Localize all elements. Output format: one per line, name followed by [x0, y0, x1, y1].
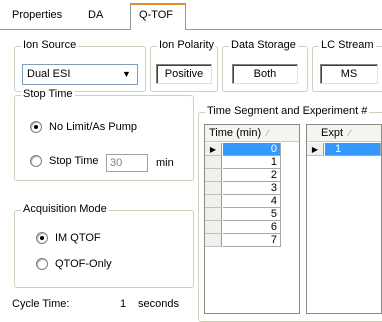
data-storage-value: Both — [232, 64, 298, 84]
time-cell[interactable]: 3 — [223, 182, 281, 195]
stop-time-title: Stop Time — [21, 88, 75, 100]
expt-header-label: Expt — [321, 127, 344, 139]
ion-source-title: Ion Source — [21, 39, 79, 51]
lc-stream-title: LC Stream — [319, 39, 376, 51]
row-pointer-icon[interactable]: ▶ — [205, 143, 222, 156]
time-grid-header[interactable]: Time (min) ⁄ — [205, 125, 299, 142]
ion-polarity-title: Ion Polarity — [157, 39, 217, 51]
cycle-time-label: Cycle Time: — [12, 298, 70, 310]
time-grid[interactable]: Time (min) ⁄ ▶ 0 1 2 3 4 5 6 7 — [204, 124, 300, 314]
stop-time-radio-row[interactable]: Stop Time — [30, 155, 99, 167]
time-cell[interactable]: 1 — [223, 156, 281, 169]
ion-source-select[interactable]: Dual ESI ▼ — [22, 64, 138, 85]
qtof-only-label: QTOF-Only — [55, 258, 112, 270]
cycle-time-value: 1 — [120, 298, 127, 310]
time-cell[interactable]: 6 — [223, 221, 281, 234]
expt-grid[interactable]: Expt ⁄ ▶ 1 — [306, 124, 382, 314]
lc-stream-value: MS — [320, 64, 378, 84]
im-qtof-radio[interactable] — [36, 232, 48, 244]
time-cell[interactable]: 0 — [223, 143, 281, 156]
no-limit-radio-row[interactable]: No Limit/As Pump — [30, 121, 137, 133]
row-header[interactable] — [205, 169, 222, 182]
time-cell[interactable]: 5 — [223, 208, 281, 221]
stop-time-input[interactable]: 30 — [106, 154, 148, 172]
row-header[interactable] — [205, 221, 222, 234]
stop-time-label: Stop Time — [49, 155, 99, 167]
sort-icon: ⁄ — [267, 128, 269, 138]
tab-da[interactable]: DA — [80, 5, 111, 27]
row-pointer-icon[interactable]: ▶ — [307, 143, 324, 156]
row-header[interactable] — [205, 156, 222, 169]
stop-time-unit: min — [156, 157, 174, 169]
chevron-down-icon[interactable]: ▼ — [119, 67, 134, 82]
cycle-time-unit: seconds — [138, 298, 179, 310]
acquisition-mode-group: Acquisition Mode — [14, 203, 194, 288]
no-limit-radio[interactable] — [30, 121, 42, 133]
row-header[interactable] — [205, 234, 222, 247]
data-storage-title: Data Storage — [229, 39, 298, 51]
time-header-label: Time (min) — [209, 127, 262, 139]
expt-grid-header[interactable]: Expt ⁄ — [307, 125, 381, 142]
expt-cell[interactable]: 1 — [325, 143, 381, 156]
stop-time-radio[interactable] — [30, 155, 42, 167]
time-segment-title: Time Segment and Experiment # — [205, 105, 370, 117]
im-qtof-radio-row[interactable]: IM QTOF — [36, 232, 101, 244]
qtof-only-radio-row[interactable]: QTOF-Only — [36, 258, 112, 270]
qtof-only-radio[interactable] — [36, 258, 48, 270]
sort-icon: ⁄ — [349, 128, 351, 138]
ion-polarity-value: Positive — [156, 64, 212, 84]
row-header[interactable] — [205, 195, 222, 208]
acquisition-mode-title: Acquisition Mode — [21, 203, 109, 215]
time-cell[interactable]: 4 — [223, 195, 281, 208]
im-qtof-label: IM QTOF — [55, 232, 101, 244]
no-limit-label: No Limit/As Pump — [49, 121, 138, 133]
time-cell[interactable]: 2 — [223, 169, 281, 182]
row-header[interactable] — [205, 182, 222, 195]
tab-q-tof[interactable]: Q-TOF — [130, 3, 186, 30]
tab-strip — [0, 29, 382, 30]
row-header[interactable] — [205, 208, 222, 221]
time-cell[interactable]: 7 — [223, 234, 281, 247]
tab-properties[interactable]: Properties — [4, 5, 70, 27]
ion-source-value: Dual ESI — [27, 68, 71, 80]
